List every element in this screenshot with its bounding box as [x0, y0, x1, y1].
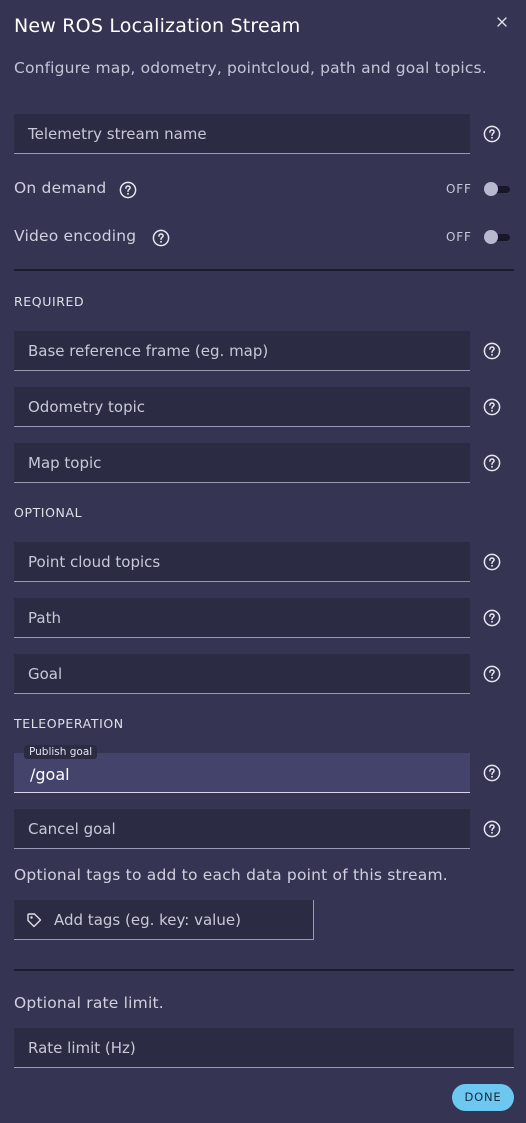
- tag-icon: [27, 913, 42, 928]
- point-cloud-topics-input[interactable]: Point cloud topics: [14, 542, 470, 582]
- publish-goal-value: /goal: [30, 765, 70, 784]
- section-teleoperation: TELEOPERATION: [14, 716, 124, 731]
- odometry-topic-input[interactable]: Odometry topic: [14, 387, 470, 427]
- rate-hint: Optional rate limit.: [14, 994, 164, 1012]
- help-icon[interactable]: [483, 342, 501, 360]
- toggle-thumb: [484, 182, 498, 196]
- base-frame-placeholder: Base reference frame (eg. map): [28, 342, 269, 360]
- tags-hint: Optional tags to add to each data point …: [14, 866, 448, 884]
- help-icon[interactable]: [483, 820, 501, 838]
- stream-name-placeholder: Telemetry stream name: [28, 125, 207, 143]
- help-icon[interactable]: [483, 665, 501, 683]
- publish-goal-input[interactable]: /goal: [14, 753, 470, 793]
- point-cloud-placeholder: Point cloud topics: [28, 553, 161, 571]
- help-icon[interactable]: [483, 125, 501, 143]
- map-topic-input[interactable]: Map topic: [14, 443, 470, 483]
- help-icon[interactable]: [483, 764, 501, 782]
- tags-input[interactable]: Add tags (eg. key: value): [14, 900, 314, 940]
- video-encoding-toggle[interactable]: [484, 230, 510, 244]
- section-optional: OPTIONAL: [14, 505, 83, 520]
- help-icon[interactable]: [119, 181, 137, 199]
- dialog-title: New ROS Localization Stream: [14, 15, 301, 37]
- on-demand-label: On demand: [14, 179, 107, 197]
- section-required: REQUIRED: [14, 294, 85, 309]
- on-demand-state: OFF: [446, 182, 472, 196]
- localization-stream-dialog: New ROS Localization Stream Configure ma…: [0, 0, 526, 1123]
- map-placeholder: Map topic: [28, 454, 102, 472]
- goal-input[interactable]: Goal: [14, 654, 470, 694]
- toggle-thumb: [484, 230, 498, 244]
- cancel-goal-placeholder: Cancel goal: [28, 820, 116, 838]
- done-button[interactable]: DONE: [452, 1084, 514, 1111]
- tags-placeholder: Add tags (eg. key: value): [54, 911, 241, 929]
- divider: [14, 269, 514, 271]
- stream-name-input[interactable]: Telemetry stream name: [14, 114, 470, 154]
- help-icon[interactable]: [483, 398, 501, 416]
- rate-limit-input[interactable]: Rate limit (Hz): [14, 1028, 514, 1068]
- help-icon[interactable]: [152, 229, 170, 247]
- path-input[interactable]: Path: [14, 598, 470, 638]
- odometry-placeholder: Odometry topic: [28, 398, 146, 416]
- goal-placeholder: Goal: [28, 665, 63, 683]
- help-icon[interactable]: [483, 553, 501, 571]
- dialog-subtitle: Configure map, odometry, pointcloud, pat…: [14, 59, 487, 77]
- close-icon[interactable]: [494, 14, 510, 30]
- on-demand-toggle[interactable]: [484, 182, 510, 196]
- rate-limit-placeholder: Rate limit (Hz): [28, 1039, 136, 1057]
- cancel-goal-input[interactable]: Cancel goal: [14, 809, 470, 849]
- divider: [14, 969, 514, 971]
- path-placeholder: Path: [28, 609, 61, 627]
- video-encoding-label: Video encoding: [14, 227, 137, 245]
- publish-goal-label: Publish goal: [24, 745, 98, 759]
- help-icon[interactable]: [483, 454, 501, 472]
- help-icon[interactable]: [483, 609, 501, 627]
- video-encoding-state: OFF: [446, 230, 472, 244]
- base-frame-input[interactable]: Base reference frame (eg. map): [14, 331, 470, 371]
